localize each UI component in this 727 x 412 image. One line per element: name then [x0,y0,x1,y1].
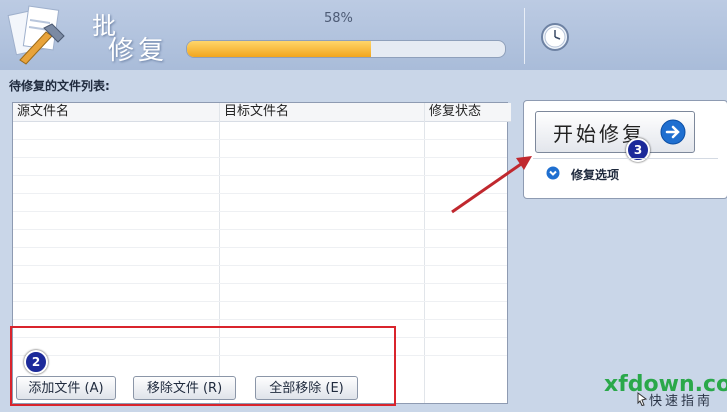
remove-all-button[interactable]: 全部移除 (E) [255,376,358,400]
step-badge-2: 2 [24,350,48,374]
app-logo-icon [7,5,65,65]
row-divider [13,175,507,176]
column-header-target[interactable]: 目标文件名 [220,103,428,122]
annotation-arrow [451,156,532,214]
progress-percent-text: 58% [324,11,353,26]
row-divider [13,157,507,158]
repair-options-link[interactable]: 修复选项 [571,166,619,183]
row-divider [13,139,507,140]
header-divider [524,8,525,64]
column-header-status[interactable]: 修复状态 [425,103,511,122]
column-header-source[interactable]: 源文件名 [13,103,223,122]
row-divider [13,319,507,320]
row-divider [13,301,507,302]
panel-divider [533,158,718,159]
row-divider [13,229,507,230]
row-divider [13,211,507,212]
remove-file-button[interactable]: 移除文件 (R) [133,376,236,400]
chevron-down-icon[interactable] [546,166,560,180]
progress-bar-fill [187,41,372,57]
row-divider [13,247,507,248]
quick-guide-link[interactable]: 快速指南 [649,390,713,409]
column-divider [424,103,425,403]
clock-icon[interactable] [540,22,570,52]
row-divider [13,193,507,194]
guide-icon[interactable] [636,392,648,406]
add-files-button[interactable]: 添加文件 (A) [16,376,116,400]
app-title-line2: 修复 [108,36,169,66]
row-divider [13,265,507,266]
arrow-right-icon[interactable] [660,119,686,145]
row-divider [13,283,507,284]
progress-bar [186,40,506,58]
file-list-title: 待修复的文件列表: [9,79,110,93]
